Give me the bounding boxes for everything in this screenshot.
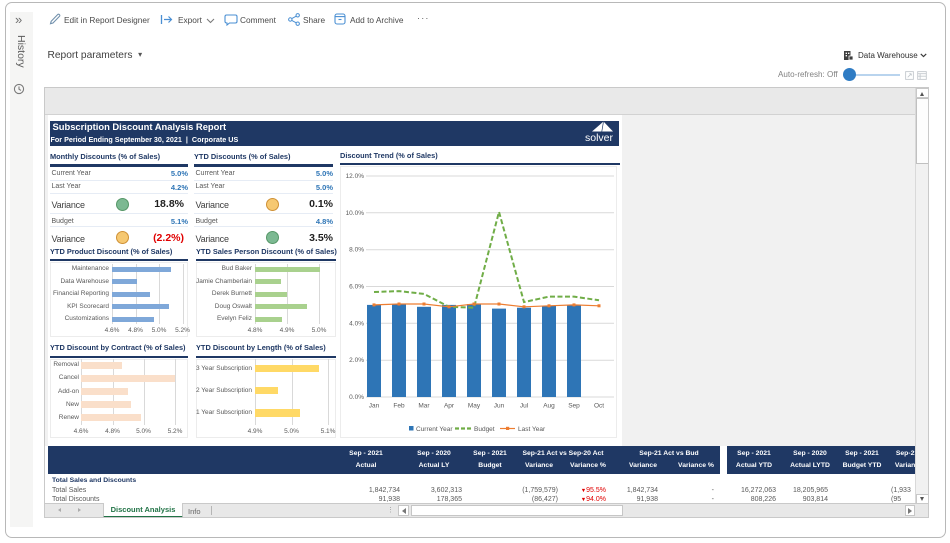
svg-text:Jul: Jul <box>520 403 529 410</box>
svg-text:6.0%: 6.0% <box>349 284 364 291</box>
svg-text:Sep: Sep <box>568 403 580 410</box>
svg-text:2.0%: 2.0% <box>349 357 364 364</box>
svg-text:Oct: Oct <box>594 403 604 410</box>
svg-text:8.0%: 8.0% <box>349 247 364 254</box>
svg-text:4.0%: 4.0% <box>349 320 364 327</box>
svg-text:12.0%: 12.0% <box>346 173 365 180</box>
svg-text:Budget: Budget <box>474 426 495 433</box>
svg-text:Apr: Apr <box>444 403 455 410</box>
svg-text:Jun: Jun <box>494 403 505 410</box>
svg-text:Mar: Mar <box>418 403 430 410</box>
svg-text:Last Year: Last Year <box>518 426 546 433</box>
svg-text:Aug: Aug <box>543 403 555 410</box>
svg-text:May: May <box>468 403 481 410</box>
svg-text:Current Year: Current Year <box>416 426 453 433</box>
svg-text:10.0%: 10.0% <box>346 210 365 217</box>
svg-text:0.0%: 0.0% <box>349 394 364 401</box>
svg-text:Jan: Jan <box>369 403 380 410</box>
svg-text:Feb: Feb <box>393 403 405 410</box>
